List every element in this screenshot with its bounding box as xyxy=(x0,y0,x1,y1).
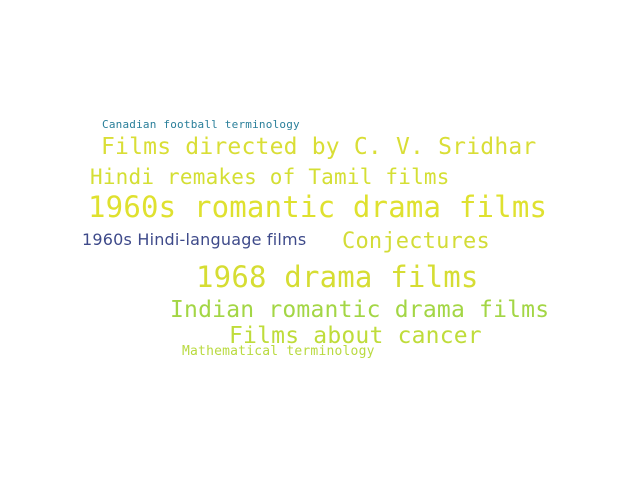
word-1960s-romantic-drama-films: 1960s romantic drama films xyxy=(88,190,548,224)
word-canadian-football-terminology: Canadian football terminology xyxy=(102,118,300,131)
word-hindi-remakes-of-tamil-films: Hindi remakes of Tamil films xyxy=(90,165,450,189)
word-films-directed-by-cv-sridhar: Films directed by C. V. Sridhar xyxy=(101,134,537,160)
word-1960s-hindi-language-films: 1960s Hindi-language films xyxy=(82,230,307,249)
word-conjectures: Conjectures xyxy=(342,229,490,254)
word-indian-romantic-drama-films: Indian romantic drama films xyxy=(170,297,550,323)
word-mathematical-terminology: Mathematical terminology xyxy=(182,344,375,359)
word-1968-drama-films: 1968 drama films xyxy=(196,260,479,294)
word-cloud: Canadian football terminology Films dire… xyxy=(0,0,640,480)
